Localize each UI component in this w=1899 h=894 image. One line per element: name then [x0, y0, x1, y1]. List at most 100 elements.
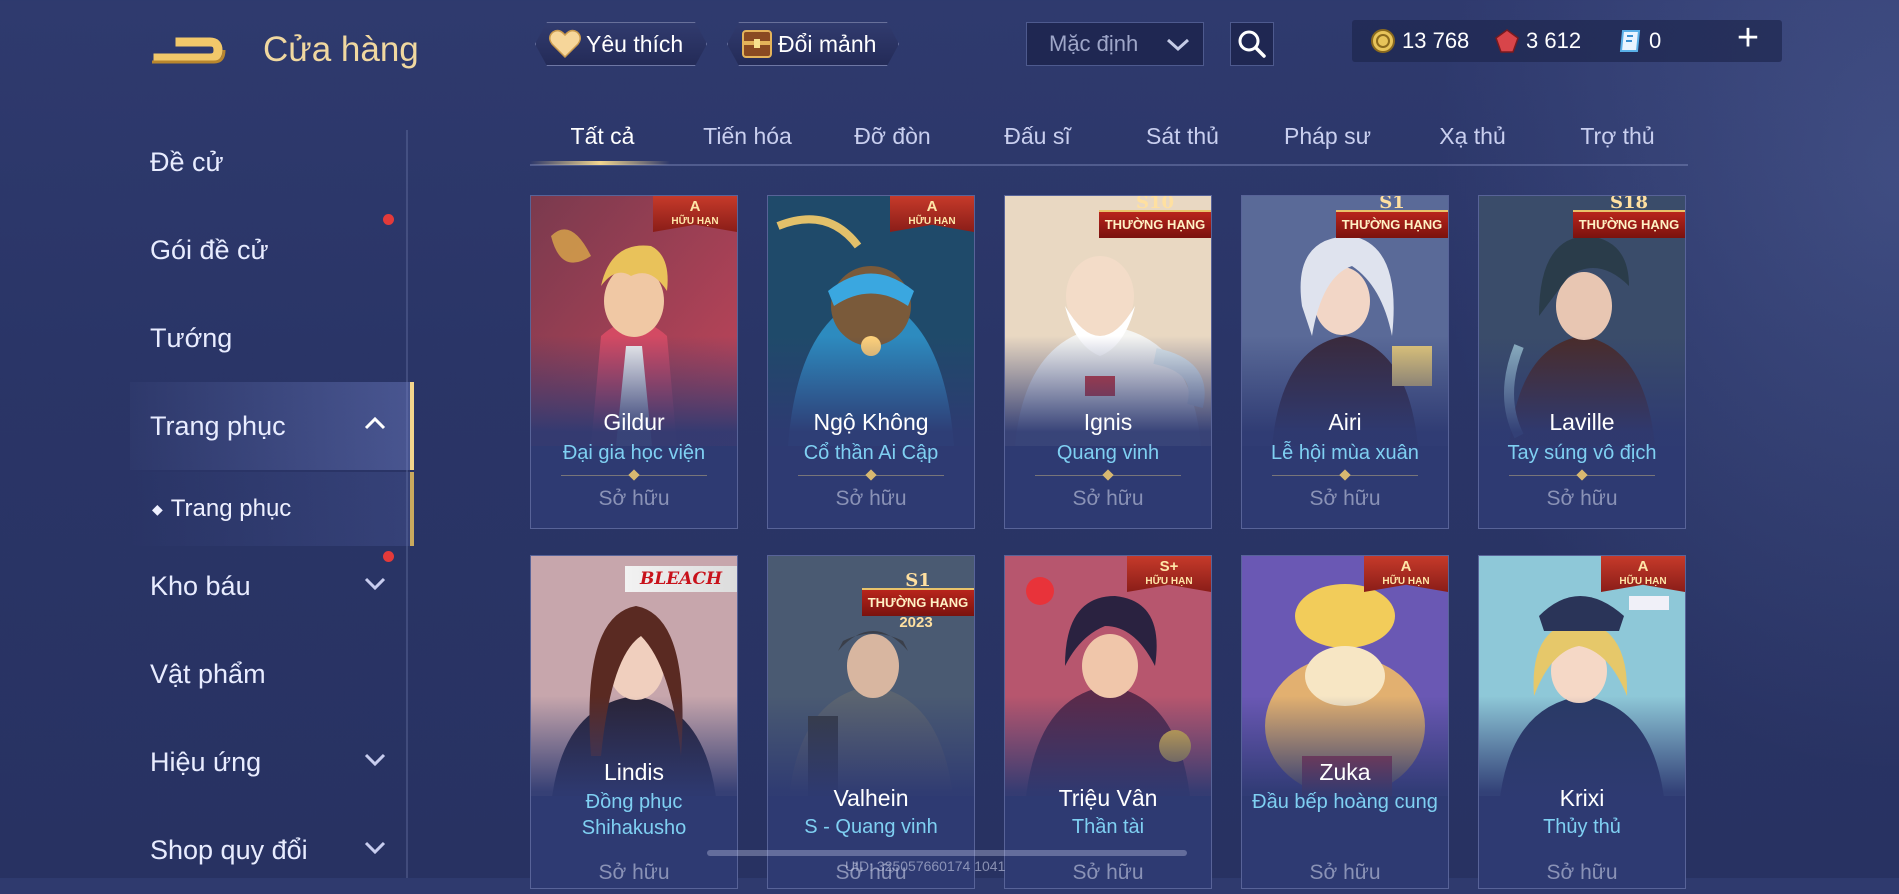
active-tab-indicator: [530, 161, 670, 165]
hero-name: Zuka: [1319, 759, 1371, 785]
sidebar-item-label: Gói đề cử: [150, 234, 269, 265]
category-tabs: Tất cả Tiến hóa Đỡ đòn Đấu sĩ Sát thủ Ph…: [530, 110, 1688, 166]
heart-icon: [548, 27, 582, 61]
back-button[interactable]: [150, 28, 230, 72]
sidebar-item-items[interactable]: Vật phẩm: [130, 630, 410, 718]
chevron-down-icon: [364, 753, 386, 766]
owned-status: Sở hữu: [598, 861, 670, 884]
sort-dropdown[interactable]: Mặc định: [1026, 22, 1204, 66]
rank-badge: S18 THƯỜNG HẠNG: [1573, 196, 1685, 238]
gem-amount: 3 612: [1526, 28, 1582, 53]
rank-badge: S10 THƯỜNG HẠNG: [1099, 196, 1211, 238]
skin-card[interactable]: S1 THƯỜNG HẠNG Airi Lễ hội mùa xuân Sở hữ…: [1241, 195, 1449, 529]
chevron-up-icon: [364, 416, 386, 430]
hero-name: Ignis: [1083, 409, 1133, 435]
skin-card[interactable]: S10 THƯỜNG HẠNG Ignis Quang vinh Sở hữu: [1004, 195, 1212, 529]
hero-name: Lindis: [603, 759, 665, 785]
owned-status: Sở hữu: [1072, 861, 1144, 884]
hero-name: Airi: [1328, 409, 1362, 435]
tab-fighter[interactable]: Đấu sĩ: [965, 110, 1110, 162]
skin-card[interactable]: S1 THƯỜNG HẠNG 2023 Valhein S - Quang vin…: [767, 555, 975, 889]
add-currency-button[interactable]: +: [1730, 18, 1766, 62]
tab-assassin[interactable]: Sát thủ: [1110, 110, 1255, 162]
favorites-button[interactable]: Yêu thích: [535, 22, 707, 66]
gold-coin-icon: [1371, 29, 1395, 53]
hero-name: Gildur: [603, 409, 665, 435]
tab-mage[interactable]: Pháp sư: [1255, 110, 1400, 162]
search-icon: [1238, 30, 1266, 58]
skin-card[interactable]: S+ HỮU HẠN Triệu Vân Thần tài Sở hữu: [1004, 555, 1212, 889]
sidebar-item-recommended-packs[interactable]: Gói đề cử: [130, 206, 410, 294]
notification-dot: [383, 551, 394, 562]
owned-status: Sở hữu: [1309, 861, 1381, 884]
tab-tank[interactable]: Đỡ đòn: [820, 110, 965, 162]
red-gem-icon: [1495, 29, 1519, 53]
sidebar-subitem-skins[interactable]: ◆ Trang phục: [130, 472, 414, 546]
chevron-down-icon: [364, 841, 386, 854]
hero-name: Ngộ Không: [813, 409, 929, 435]
card-shade: [768, 336, 974, 456]
owned-status: Sở hữu: [835, 487, 907, 510]
search-button[interactable]: [1230, 22, 1274, 66]
skin-name: S - Quang vinh: [804, 816, 938, 838]
rank-badge: S1 THƯỜNG HẠNG: [1336, 196, 1448, 238]
tabs-divider: [530, 164, 1688, 166]
skin-card[interactable]: S18 THƯỜNG HẠNG Laville Tay súng vô địch …: [1478, 195, 1686, 529]
card-shade: [1005, 336, 1211, 456]
tab-support[interactable]: Trợ thủ: [1545, 110, 1690, 162]
exchange-fragments-button[interactable]: Đổi mảnh: [727, 22, 899, 66]
sidebar-item-label: Shop quy đổi: [150, 834, 308, 865]
skin-card[interactable]: A HỮU HẠN Gildur Đại gia học viện Sở hữu: [530, 195, 738, 529]
skin-name: Cổ thần Ai Cập: [803, 442, 939, 464]
owned-status: Sở hữu: [598, 487, 670, 510]
owned-status: Sở hữu: [1546, 487, 1618, 510]
voucher-icon: [1619, 30, 1641, 52]
tab-evolution[interactable]: Tiến hóa: [675, 110, 820, 162]
card-shade: [1242, 336, 1448, 456]
skin-name: Đầu bếp hoàng cung: [1252, 791, 1438, 813]
voucher-amount: 0: [1649, 28, 1662, 53]
rank-badge: S1 THƯỜNG HẠNG: [862, 570, 974, 616]
skin-name: Đồng phục Shihakusho: [581, 791, 687, 839]
treasure-chest-icon: [740, 27, 774, 61]
hero-name: Laville: [1549, 409, 1615, 435]
owned-status: Sở hữu: [1072, 487, 1144, 510]
sidebar-item-exchange-shop[interactable]: Shop quy đổi: [130, 806, 410, 894]
skin-card[interactable]: A HỮU HẠN Krixi Thủy thủ Sở hữu: [1478, 555, 1686, 889]
skin-name: Thần tài: [1071, 816, 1145, 838]
sidebar-item-recommended[interactable]: Đề cử: [130, 118, 410, 206]
tab-marksman[interactable]: Xạ thủ: [1400, 110, 1545, 162]
rank-badge-year: 2023: [899, 614, 933, 631]
skin-name: Đại gia học viện: [562, 442, 706, 464]
owned-status: Sở hữu: [1309, 487, 1381, 510]
sidebar-item-treasure[interactable]: Kho báu: [130, 542, 410, 630]
sidebar-item-label: Kho báu: [150, 570, 251, 601]
skin-name: Thủy thủ: [1543, 816, 1621, 838]
card-shade: [531, 336, 737, 456]
hero-name: Triệu Vân: [1058, 785, 1158, 811]
sidebar-item-heroes[interactable]: Tướng: [130, 294, 410, 382]
scroll-indicator[interactable]: [707, 850, 1187, 856]
diamond-bullet-icon: ◆: [152, 500, 163, 517]
owned-status: Sở hữu: [1546, 861, 1618, 884]
sidebar-item-label: Vật phẩm: [150, 658, 266, 689]
sidebar-item-label: Hiệu ứng: [150, 746, 262, 777]
exchange-fragments-label: Đổi mảnh: [778, 30, 877, 57]
skin-card[interactable]: A HỮU HẠN Ngộ Không Cổ thần Ai Cập Sở hữu: [767, 195, 975, 529]
tab-all[interactable]: Tất cả: [530, 110, 675, 162]
skin-card[interactable]: BLEACH Lindis Đồng phục Shihakusho Sở hữ…: [530, 555, 738, 889]
skin-card[interactable]: A HỮU HẠN Zuka Đầu bếp hoàng cung Sở hữu: [1241, 555, 1449, 889]
skin-name: Quang vinh: [1056, 442, 1160, 464]
card-shade: [1479, 336, 1685, 456]
skin-name: Tay súng vô địch: [1507, 442, 1657, 464]
gem-currency: 3 612: [1494, 20, 1581, 62]
skin-name: Lễ hội mùa xuân: [1271, 442, 1419, 464]
sidebar-item-label: Đề cử: [150, 146, 224, 177]
sidebar-subitem-label: Trang phục: [170, 495, 292, 522]
sidebar-item-effects[interactable]: Hiệu ứng: [130, 718, 410, 806]
sidebar-item-skins[interactable]: Trang phục: [130, 382, 414, 470]
gold-amount: 13 768: [1402, 28, 1470, 53]
chevron-down-icon: [364, 577, 386, 590]
user-id: UID: 325057660174 1041: [845, 858, 1006, 874]
plus-icon: +: [1736, 17, 1760, 59]
